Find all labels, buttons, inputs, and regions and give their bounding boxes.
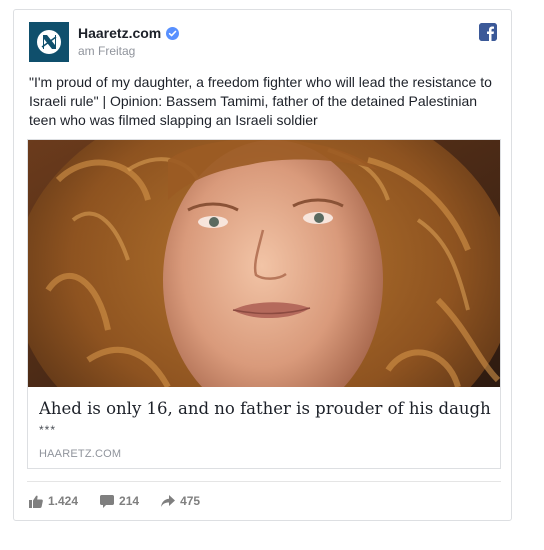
- likes-count: 1.424: [48, 494, 79, 508]
- link-title[interactable]: Ahed is only 16, and no father is proude…: [39, 399, 491, 418]
- shares-stat[interactable]: 475: [161, 494, 200, 508]
- engagement-stats: 1.424 214 475: [29, 494, 200, 508]
- page-name[interactable]: Haaretz.com: [78, 25, 161, 41]
- thumbs-up-icon: [29, 495, 43, 508]
- stats-divider: [27, 481, 501, 482]
- link-domain: HAARETZ.COM: [39, 448, 122, 460]
- link-preview-card[interactable]: Ahed is only 16, and no father is proude…: [27, 139, 501, 469]
- post-timestamp[interactable]: am Freitag: [78, 44, 135, 58]
- verified-badge-icon: [166, 26, 180, 40]
- comment-icon: [100, 494, 115, 508]
- shares-count: 475: [180, 494, 201, 508]
- post-text: "I'm proud of my daughter, a freedom fig…: [29, 74, 492, 128]
- page-header: Haaretz.com: [78, 25, 180, 41]
- share-arrow-icon: [161, 495, 176, 507]
- link-preview-image[interactable]: [28, 140, 500, 387]
- facebook-post: Haaretz.com am Freitag "I'm proud of my …: [13, 9, 512, 521]
- facebook-icon[interactable]: [479, 23, 497, 41]
- link-description: ***: [39, 423, 57, 437]
- likes-stat[interactable]: 1.424: [29, 494, 78, 508]
- haaretz-logo-icon[interactable]: [29, 22, 69, 62]
- comments-count: 214: [119, 494, 140, 508]
- comments-stat[interactable]: 214: [100, 494, 139, 508]
